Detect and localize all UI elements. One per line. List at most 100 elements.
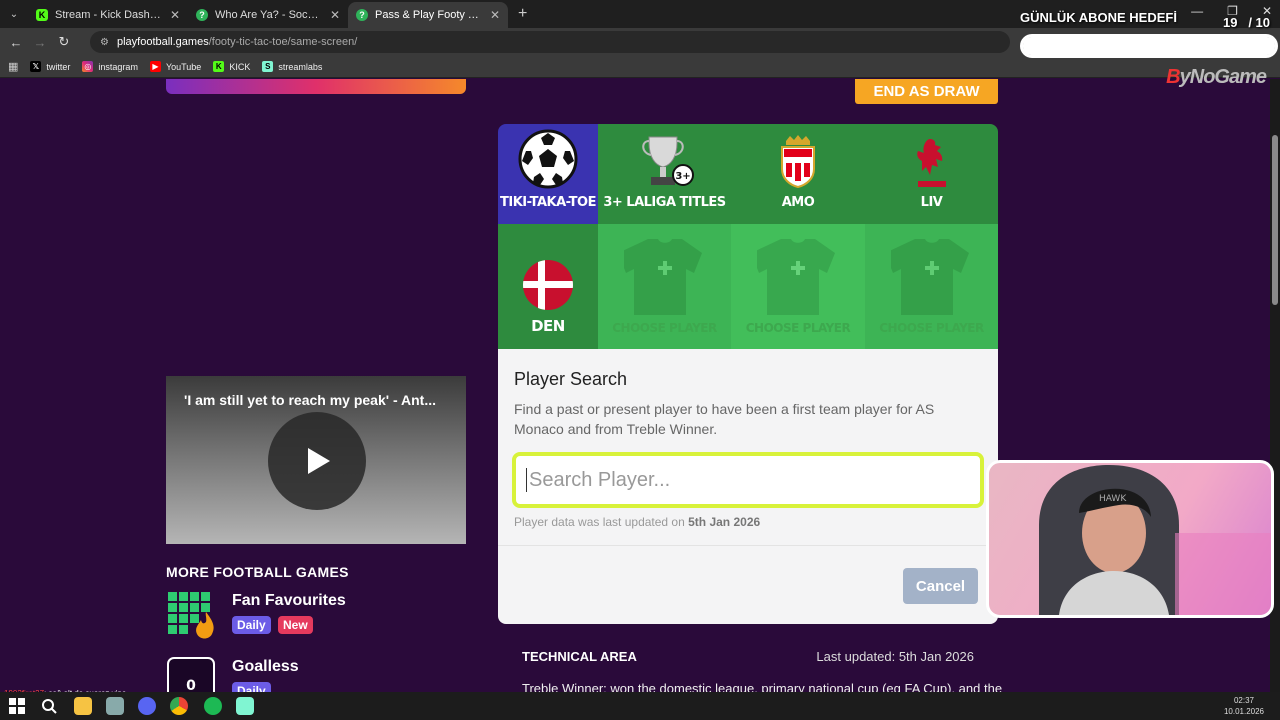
bookmark-instagram[interactable]: ◎ instagram xyxy=(82,61,138,72)
chrome-icon[interactable] xyxy=(170,697,188,715)
more-games-title: MORE FOOTBALL GAMES xyxy=(166,564,349,580)
play-icon xyxy=(308,448,330,474)
app-icon[interactable] xyxy=(106,697,124,715)
clock-time: 02:37 xyxy=(1233,696,1254,705)
choose-player-label: CHOOSE PLAYER xyxy=(745,321,851,335)
back-icon[interactable]: ← xyxy=(4,35,28,50)
updated-date: 5th Jan 2026 xyxy=(688,515,761,529)
brand-logo: ByNoGame xyxy=(1166,66,1267,89)
tab-label: Stream - Kick Dashboard xyxy=(55,9,164,21)
search-player-input[interactable]: Search Player... xyxy=(512,452,984,508)
forward-icon[interactable]: → xyxy=(28,35,52,50)
site-info-icon[interactable]: ⚙ xyxy=(100,37,109,48)
cancel-button[interactable]: Cancel xyxy=(903,568,978,604)
divider xyxy=(498,545,998,546)
column-caption: 3+ LALIGA TITLES xyxy=(603,195,726,210)
game-name: Fan Favourites xyxy=(232,592,346,609)
tab-label: Who Are Ya? - Soccer Quiz xyxy=(215,9,324,21)
shirt-plus-icon xyxy=(623,239,702,315)
game-logo-cell: TIKI-TAKA-TOE xyxy=(498,124,598,224)
close-icon[interactable]: ✕ xyxy=(490,8,500,22)
player-search-title: Player Search xyxy=(514,369,628,389)
x-icon: 𝕏 xyxy=(30,61,42,72)
windows-taskbar: 02:37 10.01.2026 xyxy=(0,692,1280,720)
search-icon[interactable] xyxy=(40,697,58,715)
monaco-crest-icon xyxy=(781,135,815,189)
row-caption: DEN xyxy=(531,317,565,335)
svg-text:HAWK: HAWK xyxy=(1099,494,1127,504)
instagram-banner[interactable] xyxy=(166,79,466,94)
column-caption: LIV xyxy=(920,195,943,210)
streamer-image: HAWK xyxy=(1039,465,1271,615)
tab-kick-dashboard[interactable]: K Stream - Kick Dashboard ✕ xyxy=(28,2,188,28)
choose-player-label: CHOOSE PLAYER xyxy=(879,321,984,335)
apps-grid-icon[interactable]: ▦ xyxy=(8,60,18,73)
windows-start-icon[interactable] xyxy=(8,697,26,715)
grid-fire-icon xyxy=(168,592,214,639)
subscriber-goal-overlay: GÜNLÜK ABONE HEDEFİ 19 / 10 xyxy=(1020,10,1278,58)
daily-badge: Daily xyxy=(232,616,271,634)
shirt-plus-icon xyxy=(890,239,969,315)
discord-icon[interactable] xyxy=(138,697,156,715)
bookmark-label: YouTube xyxy=(165,61,202,72)
system-clock[interactable]: 02:37 10.01.2026 xyxy=(1224,695,1264,717)
webcam-feed: HAWK xyxy=(986,460,1274,618)
player-data-updated: Player data was last updated on 5th Jan … xyxy=(514,515,760,529)
bookmark-streamlabs[interactable]: Sstreamlabs xyxy=(262,61,322,72)
choose-player-cell[interactable]: CHOOSE PLAYER xyxy=(865,224,998,349)
shirt-plus-icon xyxy=(757,239,835,315)
game-board: TIKI-TAKA-TOE 3+ 3+ LALIGA TITLES AMO LI… xyxy=(498,124,998,349)
video-player[interactable]: 'I am still yet to reach my peak' - Ant.… xyxy=(166,376,466,544)
game-link-goalless[interactable]: 0 Goalless Daily xyxy=(166,656,416,692)
trophy-icon: 3+ xyxy=(641,136,694,186)
technical-area: TECHNICAL AREA Last updated: 5th Jan 202… xyxy=(522,649,1002,692)
kick-icon: K xyxy=(36,9,48,21)
bookmarks-bar: ▦ 𝕏twitter ◎ instagram ▶ YouTube K KICK Sst… xyxy=(0,56,1280,78)
tab-tiki-taka-toe[interactable]: ? Pass & Play Footy Tiki Taka Toe ✕ xyxy=(348,2,508,28)
technical-area-text: Treble Winner: won the domestic league, … xyxy=(522,681,1002,692)
brand-rest: yNoGame xyxy=(1179,66,1267,88)
column-header-laliga: 3+ 3+ LALIGA TITLES xyxy=(598,124,731,224)
tab-who-are-ya[interactable]: ? Who Are Ya? - Soccer Quiz ✕ xyxy=(188,2,348,28)
game-logo-caption: TIKI-TAKA-TOE xyxy=(500,195,596,210)
tab-search-icon[interactable]: ⌄ xyxy=(0,0,28,28)
bookmark-label: streamlabs xyxy=(278,61,323,72)
player-search-panel: Player Search Find a past or present pla… xyxy=(498,349,998,624)
liverpool-crest-icon xyxy=(916,139,946,187)
technical-area-updated: Last updated: 5th Jan 2026 xyxy=(816,649,974,664)
quiz-icon: ? xyxy=(196,9,208,21)
goal-count: 19 / 10 xyxy=(1223,15,1270,30)
kick-icon: K xyxy=(213,61,225,72)
column-caption: AMO xyxy=(781,195,815,210)
choose-player-cell[interactable]: CHOOSE PLAYER xyxy=(598,224,731,349)
close-icon[interactable]: ✕ xyxy=(330,8,340,22)
instagram-icon: ◎ xyxy=(82,61,94,72)
bookmark-youtube[interactable]: ▶ YouTube xyxy=(149,61,202,72)
bookmark-label: instagram xyxy=(98,61,138,72)
streamlabs-icon[interactable] xyxy=(236,697,254,715)
svg-text:0: 0 xyxy=(186,678,196,692)
url-host: playfootball.games xyxy=(116,36,209,48)
choose-player-cell[interactable]: CHOOSE PLAYER xyxy=(731,224,865,349)
spotify-icon[interactable] xyxy=(204,697,222,715)
row-header-denmark: DEN xyxy=(498,224,598,349)
file-explorer-icon[interactable] xyxy=(74,697,92,715)
denmark-flag-icon xyxy=(523,260,573,310)
column-header-monaco: AMO xyxy=(731,124,865,224)
game-link-fan-favourites[interactable]: Fan Favourites Daily New xyxy=(166,590,416,642)
youtube-icon: ▶ xyxy=(149,61,161,72)
bookmark-label: KICK xyxy=(229,61,251,72)
bookmark-kick[interactable]: K KICK xyxy=(213,61,250,72)
url-field[interactable]: ⚙ playfootball.games/footy-tic-tac-toe/s… xyxy=(90,31,1010,53)
goal-current: 19 xyxy=(1223,15,1238,30)
close-icon[interactable]: ✕ xyxy=(170,8,180,22)
choose-player-label: CHOOSE PLAYER xyxy=(612,321,717,335)
reload-icon[interactable]: ↻ xyxy=(52,34,76,50)
end-as-draw-button[interactable]: END AS DRAW xyxy=(855,79,998,104)
new-tab-button[interactable]: + xyxy=(518,5,527,23)
scroll-thumb[interactable] xyxy=(1272,135,1278,305)
player-search-description: Find a past or present player to have be… xyxy=(514,401,935,437)
tab-label: Pass & Play Footy Tiki Taka Toe xyxy=(375,9,484,21)
play-button[interactable] xyxy=(268,412,366,510)
bookmark-twitter[interactable]: 𝕏twitter xyxy=(30,61,70,72)
